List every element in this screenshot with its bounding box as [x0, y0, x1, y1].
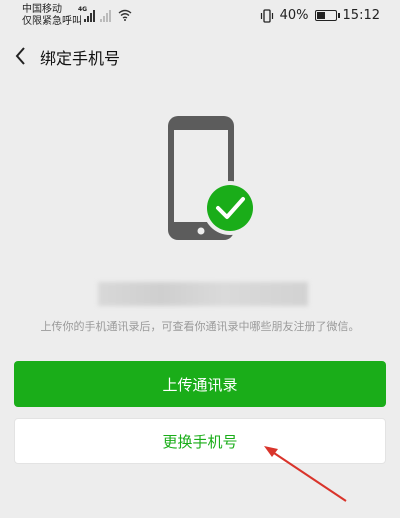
upload-contacts-button[interactable]: 上传通讯录 — [14, 361, 386, 407]
nav-bar: 绑定手机号 — [0, 34, 400, 78]
check-badge-icon — [207, 185, 253, 231]
wifi-icon — [118, 9, 132, 21]
page-title: 绑定手机号 — [40, 49, 121, 68]
battery-icon — [314, 10, 340, 21]
upload-contacts-label: 上传通讯录 — [162, 375, 238, 394]
vibrate-icon — [260, 8, 273, 23]
right-status: 40% 15:12 — [260, 8, 380, 23]
carrier-info: 中国移动 仅限紧急呼叫 — [22, 4, 82, 28]
upload-description: 上传你的手机通讯录后，可查看你通讯录中哪些朋友注册了微信。 — [40, 320, 360, 333]
signal-icon — [84, 10, 95, 22]
clock: 15:12 — [342, 8, 380, 23]
phone-check-illustration — [168, 116, 257, 240]
annotation-arrow-icon — [264, 446, 347, 502]
signal-secondary-icon — [100, 10, 111, 22]
phone-home-button — [197, 227, 205, 235]
carrier-name: 中国移动 — [22, 4, 62, 15]
carrier-emergency: 仅限紧急呼叫 — [22, 16, 82, 27]
back-arrow-icon[interactable] — [12, 44, 32, 68]
masked-phone-number — [98, 282, 308, 306]
status-bar: 中国移动 仅限紧急呼叫 4G 40% 15:12 — [0, 0, 400, 34]
change-phone-label: 更换手机号 — [162, 432, 238, 451]
battery-percent: 40% — [279, 8, 309, 23]
